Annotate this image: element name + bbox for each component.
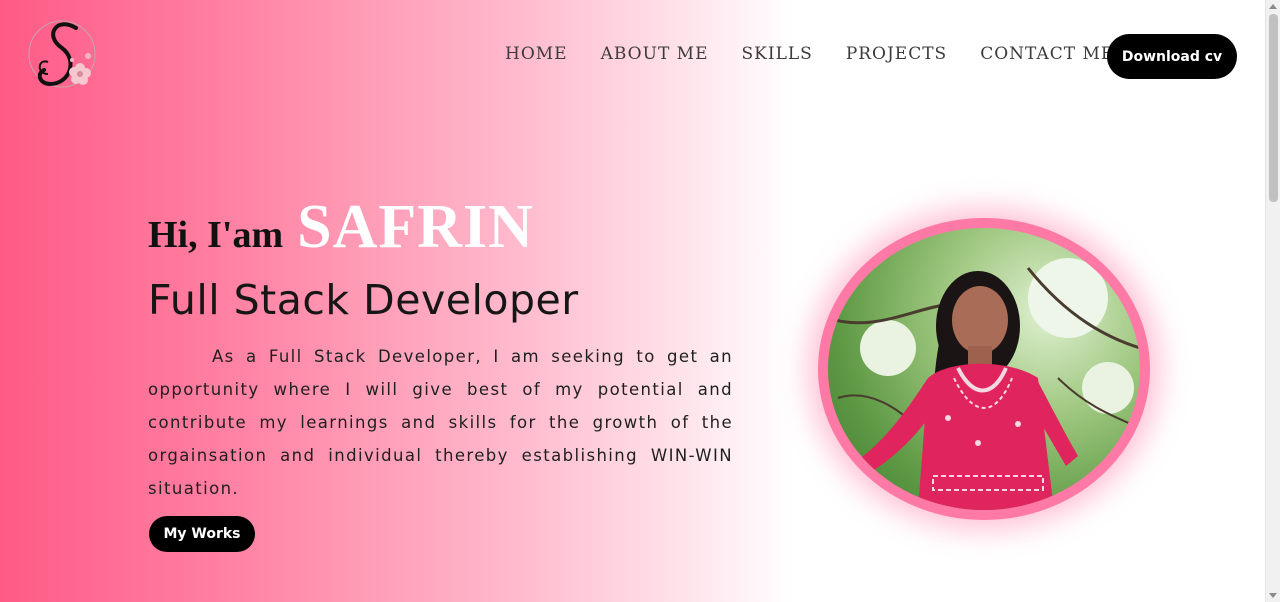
profile-photo bbox=[828, 228, 1140, 510]
hero-name: SAFRIN bbox=[297, 193, 534, 261]
monogram-s-flower-icon bbox=[28, 20, 96, 88]
greeting-text: Hi, I'am bbox=[148, 214, 284, 256]
nav-projects[interactable]: PROJECTS bbox=[846, 44, 947, 64]
hero-description: As a Full Stack Developer, I am seeking … bbox=[148, 347, 733, 498]
main-nav: HOME ABOUT ME SKILLS PROJECTS CONTACT ME bbox=[505, 44, 1114, 64]
hero-role: Full Stack Developer bbox=[148, 276, 579, 324]
my-works-button[interactable]: My Works bbox=[149, 516, 255, 552]
nav-home[interactable]: HOME bbox=[505, 44, 568, 64]
nav-contact-me[interactable]: CONTACT ME bbox=[980, 44, 1114, 64]
scrollbar-thumb[interactable] bbox=[1269, 14, 1278, 202]
nav-about-me[interactable]: ABOUT ME bbox=[601, 44, 709, 64]
download-cv-button[interactable]: Download cv bbox=[1107, 34, 1237, 79]
profile-photo-frame bbox=[818, 218, 1150, 520]
nav-skills[interactable]: SKILLS bbox=[742, 44, 813, 64]
profile-photo-illustration bbox=[828, 258, 1140, 510]
site-logo[interactable] bbox=[26, 14, 102, 98]
greeting: Hi, I'am SAFRIN bbox=[148, 192, 534, 263]
scroll-up-arrow-icon[interactable] bbox=[1269, 4, 1277, 9]
page-scrollbar[interactable] bbox=[1265, 0, 1280, 602]
scroll-down-arrow-icon[interactable] bbox=[1269, 593, 1277, 598]
